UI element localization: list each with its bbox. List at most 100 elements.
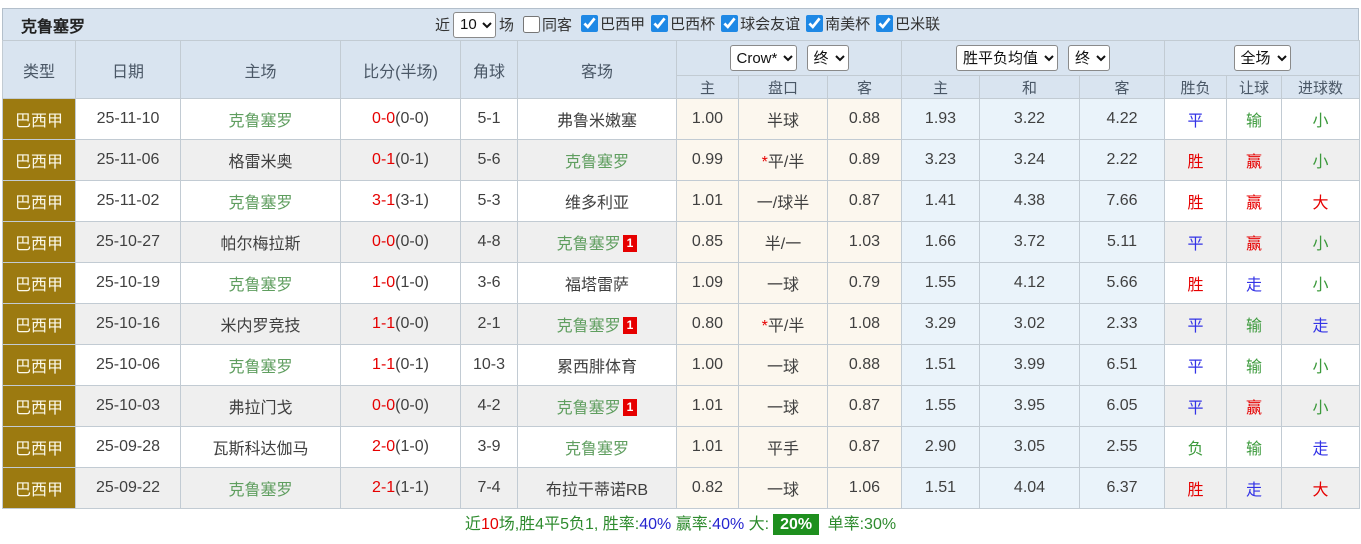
competition-filter[interactable]: 巴米联 [870, 13, 940, 34]
competition-checkbox[interactable] [581, 15, 599, 32]
match-row: 巴西甲 25-09-22 克鲁塞罗 2-1(1-1) 7-4 布拉干蒂诺RB 0.82 一球 1… [2, 467, 1361, 509]
corners-cell: 7-4 [460, 467, 518, 509]
home-team-cell[interactable]: 克鲁塞罗 [180, 262, 341, 304]
away-team-cell[interactable]: 布拉干蒂诺RB [517, 467, 677, 509]
corners-cell: 5-6 [460, 139, 518, 181]
away-team-cell[interactable]: 克鲁塞罗 1 [517, 303, 677, 345]
team-name[interactable]: 克鲁塞罗 [228, 113, 292, 130]
league-cell: 巴西甲 [2, 303, 76, 345]
team-name[interactable]: 帕尔梅拉斯 [220, 236, 300, 253]
result-cell: 负 [1164, 426, 1228, 468]
match-row: 巴西甲 25-10-03 弗拉门戈 0-0(0-0) 4-2 克鲁塞罗 1 1.01 一球 0.8… [2, 385, 1361, 427]
match-row: 巴西甲 25-11-02 克鲁塞罗 3-1(3-1) 5-3 维多利亚 1.01 一/球半 0.… [2, 180, 1361, 222]
titlebar: 克鲁塞罗 近 10 场 同客 巴西甲 巴西杯 球会友谊 南美杯 巴米联 [2, 8, 1359, 40]
competition-filter[interactable]: 巴西甲 [575, 13, 645, 34]
handicap-away-odds-cell: 0.79 [827, 262, 902, 304]
away-team-cell[interactable]: 维多利亚 [517, 180, 677, 222]
odds-company-select[interactable]: Crow* [729, 45, 797, 71]
home-team-cell[interactable]: 瓦斯科达伽马 [180, 426, 341, 468]
team-name[interactable]: 累西腓体育 [557, 359, 637, 376]
team-name[interactable]: 克鲁塞罗 [557, 318, 621, 335]
team-name[interactable]: 克鲁塞罗 [557, 400, 621, 417]
away-team-cell[interactable]: 克鲁塞罗 [517, 426, 677, 468]
competition-checkbox[interactable] [806, 15, 824, 32]
avg-away-odds-cell: 6.51 [1078, 344, 1166, 386]
away-team-cell[interactable]: 累西腓体育 [517, 344, 677, 386]
score-cell: 2-0(1-0) [340, 426, 461, 468]
competition-checkbox[interactable] [651, 15, 669, 32]
team-name[interactable]: 弗鲁米嫩塞 [557, 113, 637, 130]
home-team-cell[interactable]: 弗拉门戈 [180, 385, 341, 427]
team-name[interactable]: 弗拉门戈 [228, 400, 292, 417]
team-name[interactable]: 克鲁塞罗 [228, 277, 292, 294]
competition-filter[interactable]: 球会友谊 [715, 13, 800, 34]
recent-label: 近 [435, 17, 451, 34]
fulltime-score: 1-0 [372, 274, 396, 291]
home-team-cell[interactable]: 格雷米奥 [180, 139, 341, 181]
team-name[interactable]: 克鲁塞罗 [557, 236, 621, 253]
avg-odds-time-select[interactable]: 终 [1068, 45, 1111, 71]
avg-away-odds-cell: 2.22 [1078, 139, 1166, 181]
same-opponent-filter[interactable]: 同客 [517, 14, 572, 35]
team-name[interactable]: 布拉干蒂诺RB [546, 482, 648, 499]
team-name[interactable]: 克鲁塞罗 [228, 195, 292, 212]
avg-home-odds-cell: 3.23 [901, 139, 980, 181]
away-team-cell[interactable]: 福塔雷萨 [517, 262, 677, 304]
team-name[interactable]: 维多利亚 [565, 195, 629, 212]
same-opponent-checkbox[interactable] [523, 16, 541, 33]
home-team-cell[interactable]: 米内罗竞技 [180, 303, 341, 345]
result-scope-select[interactable]: 全场 [1233, 45, 1291, 71]
sub-header-crow-away: 客 [827, 75, 902, 99]
home-team-cell[interactable]: 克鲁塞罗 [180, 344, 341, 386]
competition-checkbox[interactable] [721, 15, 739, 32]
avg-away-odds-cell: 7.66 [1078, 180, 1166, 222]
team-name[interactable]: 福塔雷萨 [565, 277, 629, 294]
home-team-cell[interactable]: 克鲁塞罗 [180, 467, 341, 509]
avg-home-odds-cell: 2.90 [901, 426, 980, 468]
competition-checkbox[interactable] [876, 15, 894, 32]
avg-draw-odds-cell: 3.24 [979, 139, 1080, 181]
team-name[interactable]: 克鲁塞罗 [565, 154, 629, 171]
team-name[interactable]: 克鲁塞罗 [228, 359, 292, 376]
league-cell: 巴西甲 [2, 344, 76, 386]
handicap-result-cell: 输 [1226, 303, 1283, 345]
avg-draw-odds-cell: 3.72 [979, 221, 1080, 263]
away-team-cell[interactable]: 克鲁塞罗 1 [517, 221, 677, 263]
date-cell: 25-10-19 [75, 262, 181, 304]
handicap-home-odds-cell: 0.80 [676, 303, 739, 345]
corners-cell: 5-3 [460, 180, 518, 222]
recent-matches-select[interactable]: 10 [453, 11, 497, 38]
league-cell: 巴西甲 [2, 139, 76, 181]
halftime-score: (0-0) [395, 110, 429, 127]
avg-away-odds-cell: 5.11 [1078, 221, 1166, 263]
team-name[interactable]: 克鲁塞罗 [565, 441, 629, 458]
handicap-away-odds-cell: 1.06 [827, 467, 902, 509]
team-name[interactable]: 米内罗竞技 [220, 318, 300, 335]
avg-away-odds-cell: 2.55 [1078, 426, 1166, 468]
red-card-badge: 1 [622, 317, 638, 334]
home-team-cell[interactable]: 克鲁塞罗 [180, 98, 341, 140]
team-name[interactable]: 格雷米奥 [228, 154, 292, 171]
away-team-cell[interactable]: 克鲁塞罗 [517, 139, 677, 181]
handicap-away-odds-cell: 1.08 [827, 303, 902, 345]
sub-header-avg-home: 主 [901, 75, 980, 99]
competition-filter[interactable]: 巴西杯 [645, 13, 715, 34]
home-team-cell[interactable]: 克鲁塞罗 [180, 180, 341, 222]
team-name[interactable]: 瓦斯科达伽马 [212, 441, 308, 458]
avg-away-odds-cell: 6.05 [1078, 385, 1166, 427]
result-cell: 平 [1164, 98, 1228, 140]
avg-odds-type-select[interactable]: 胜平负均值 [956, 45, 1059, 71]
competition-filter[interactable]: 南美杯 [800, 13, 870, 34]
avg-away-odds-cell: 4.22 [1078, 98, 1166, 140]
col-header-home: 主场 [180, 40, 341, 99]
team-name[interactable]: 克鲁塞罗 [228, 482, 292, 499]
handicap-result-cell: 走 [1226, 262, 1283, 304]
handicap-odds-time-select[interactable]: 终 [806, 45, 849, 71]
match-row: 巴西甲 25-11-10 克鲁塞罗 0-0(0-0) 5-1 弗鲁米嫩塞 1.00 半球 0.8… [2, 98, 1361, 140]
away-team-cell[interactable]: 克鲁塞罗 1 [517, 385, 677, 427]
home-team-cell[interactable]: 帕尔梅拉斯 [180, 221, 341, 263]
fulltime-score: 2-0 [372, 438, 396, 455]
corners-cell: 2-1 [460, 303, 518, 345]
fulltime-score: 3-1 [372, 192, 396, 209]
away-team-cell[interactable]: 弗鲁米嫩塞 [517, 98, 677, 140]
